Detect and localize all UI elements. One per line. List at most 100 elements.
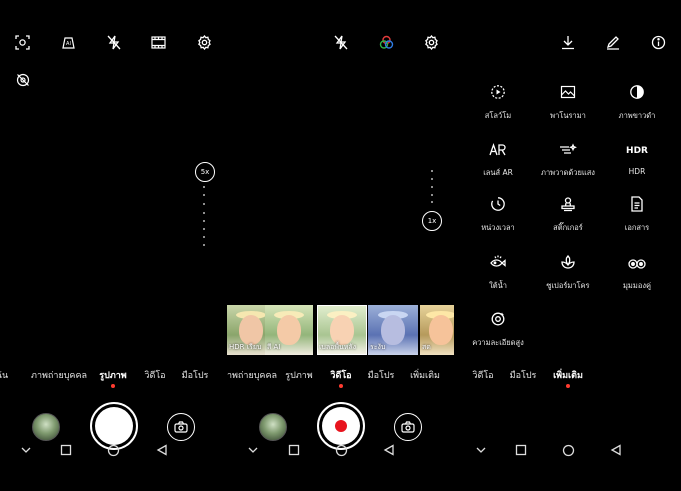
home-circle-icon[interactable] bbox=[562, 444, 575, 457]
zoom-tick bbox=[431, 194, 433, 196]
recents-square-icon[interactable] bbox=[60, 444, 72, 456]
mode-light-painting[interactable]: ภาพวาดด้วยแสง bbox=[538, 141, 598, 179]
mode-photo[interactable]: รูปภาพ bbox=[285, 368, 312, 382]
mode-panorama[interactable]: พาโนรามา bbox=[538, 84, 598, 122]
zoom-tick bbox=[203, 194, 205, 196]
mode-more[interactable]: เพิ่มเติม bbox=[410, 368, 440, 382]
settings-icon[interactable] bbox=[197, 35, 212, 50]
slowmo-icon bbox=[490, 84, 506, 104]
filter-preview-face bbox=[277, 315, 301, 345]
recents-square-icon[interactable] bbox=[288, 444, 300, 456]
svg-text:AI: AI bbox=[66, 41, 71, 47]
zoom-tick bbox=[203, 236, 205, 238]
zoom-tick bbox=[203, 244, 205, 246]
mode-label: HDR bbox=[628, 167, 646, 176]
active-mode-indicator bbox=[111, 384, 115, 388]
panorama-icon bbox=[560, 84, 576, 104]
mode-label: หน่วงเวลา bbox=[481, 223, 515, 232]
video-camera-screen: 1x HDR เรียบ สี AI เบลอพื้นหลัง ระงับ สด… bbox=[227, 0, 454, 491]
mode-sticker[interactable]: สติ๊กเกอร์ bbox=[538, 196, 598, 234]
mode-label: เอกสาร bbox=[624, 223, 650, 232]
back-triangle-icon[interactable] bbox=[156, 444, 168, 456]
mode-dual-view[interactable]: มุมมองคู่ bbox=[607, 254, 667, 292]
filter-label: ระงับ bbox=[370, 343, 386, 351]
record-button[interactable] bbox=[317, 402, 365, 450]
mode-slow-motion[interactable]: สโลว์โม bbox=[468, 84, 528, 122]
more-modes-screen: สโลว์โม พาโนรามา ภาพขาวดำ เลนส์ AR ภาพวา… bbox=[454, 0, 681, 491]
mode-pro[interactable]: มือโปร bbox=[182, 368, 209, 382]
mode-label: เลนส์ AR bbox=[483, 168, 513, 177]
zoom-level-badge[interactable]: 5x bbox=[195, 162, 215, 182]
light-painting-icon bbox=[559, 142, 577, 161]
zoom-tick bbox=[431, 170, 433, 172]
download-icon[interactable] bbox=[561, 35, 575, 50]
record-dot bbox=[335, 420, 347, 432]
color-filter-icon[interactable] bbox=[379, 35, 394, 50]
filter-suppress[interactable]: ระงับ bbox=[368, 305, 418, 355]
back-chevron-icon[interactable] bbox=[247, 444, 259, 456]
filter-label: HDR เรียบ bbox=[229, 343, 262, 351]
filter-preview-face bbox=[429, 315, 453, 345]
mode-high-resolution[interactable]: ความละเอียดสูง bbox=[468, 311, 528, 349]
mode-super-macro[interactable]: ซูเปอร์มาโคร bbox=[538, 254, 598, 292]
edit-icon[interactable] bbox=[606, 35, 620, 50]
filter-vivid[interactable]: สด bbox=[420, 305, 454, 355]
ar-icon bbox=[489, 142, 507, 161]
mode-hdr[interactable]: HDR HDR bbox=[607, 141, 667, 176]
mode-label: มุมมองคู่ bbox=[622, 281, 651, 290]
flash-off-icon[interactable] bbox=[107, 35, 121, 50]
frame-icon[interactable] bbox=[15, 35, 30, 50]
mode-label: ภาพวาดด้วยแสง bbox=[541, 168, 595, 177]
mode-underwater[interactable]: ใต้น้ำ bbox=[468, 254, 528, 292]
gallery-thumbnail[interactable] bbox=[259, 413, 287, 441]
zoom-tick bbox=[203, 203, 205, 205]
filter-label: สด bbox=[422, 343, 431, 351]
info-icon[interactable] bbox=[651, 35, 666, 50]
home-circle-icon[interactable] bbox=[335, 444, 348, 457]
active-mode-indicator bbox=[339, 384, 343, 388]
filter-background-blur[interactable]: เบลอพื้นหลัง bbox=[317, 305, 367, 355]
mode-video[interactable]: วิดีโอ bbox=[330, 368, 351, 382]
back-triangle-icon[interactable] bbox=[610, 444, 622, 456]
shutter-button[interactable] bbox=[90, 402, 138, 450]
filter-ai-color[interactable]: สี AI bbox=[265, 305, 313, 355]
flash-off-icon[interactable] bbox=[334, 35, 348, 50]
back-chevron-icon[interactable] bbox=[20, 444, 32, 456]
switch-camera-button[interactable] bbox=[394, 413, 422, 441]
recents-square-icon[interactable] bbox=[515, 444, 527, 456]
settings-icon[interactable] bbox=[424, 35, 439, 50]
mode-portrait[interactable]: ภาพถ่ายบุคคล bbox=[31, 368, 87, 382]
mode-label: ความละเอียดสูง bbox=[472, 338, 524, 347]
mode-monochrome[interactable]: ภาพขาวดำ bbox=[607, 84, 667, 122]
filter-label: เบลอพื้นหลัง bbox=[319, 343, 357, 351]
mode-document[interactable]: เอกสาร bbox=[607, 196, 667, 234]
filter-preview-face bbox=[381, 315, 405, 345]
switch-camera-icon bbox=[400, 419, 416, 435]
mode-more[interactable]: เพิ่มเติม bbox=[553, 368, 583, 382]
mode-video[interactable]: วิดีโอ bbox=[472, 368, 493, 382]
mode-ar-lens[interactable]: เลนส์ AR bbox=[468, 141, 528, 179]
document-icon bbox=[630, 196, 644, 216]
mode-photo[interactable]: รูปภาพ bbox=[99, 368, 126, 382]
eye-off-icon[interactable] bbox=[16, 73, 30, 87]
mode-pro[interactable]: มือโปร bbox=[368, 368, 395, 382]
gallery-thumbnail[interactable] bbox=[32, 413, 60, 441]
filter-preview-face bbox=[330, 315, 354, 345]
switch-camera-button[interactable] bbox=[167, 413, 195, 441]
mode-label: ซูเปอร์มาโคร bbox=[546, 281, 590, 290]
mode-pro[interactable]: มือโปร bbox=[510, 368, 537, 382]
mode-video[interactable]: วิดีโอ bbox=[144, 368, 165, 382]
ai-icon[interactable]: AI bbox=[61, 35, 76, 50]
mode-portrait-partial[interactable]: ฉัน bbox=[0, 368, 8, 382]
zoom-level-badge[interactable]: 1x bbox=[422, 211, 442, 231]
active-mode-indicator bbox=[566, 384, 570, 388]
home-circle-icon[interactable] bbox=[107, 444, 120, 457]
mode-timelapse[interactable]: หน่วงเวลา bbox=[468, 196, 528, 234]
back-triangle-icon[interactable] bbox=[383, 444, 395, 456]
back-chevron-icon[interactable] bbox=[475, 444, 487, 456]
high-resolution-icon bbox=[490, 311, 506, 331]
photo-camera-screen: AI 5x ฉัน ภาพถ่ายบุคคล รูปภาพ วิดีโอ มือ… bbox=[0, 0, 227, 491]
film-icon[interactable] bbox=[151, 36, 166, 49]
mode-portrait[interactable]: ภาพถ่ายบุคคล bbox=[227, 368, 277, 382]
record-button-core bbox=[322, 407, 360, 445]
